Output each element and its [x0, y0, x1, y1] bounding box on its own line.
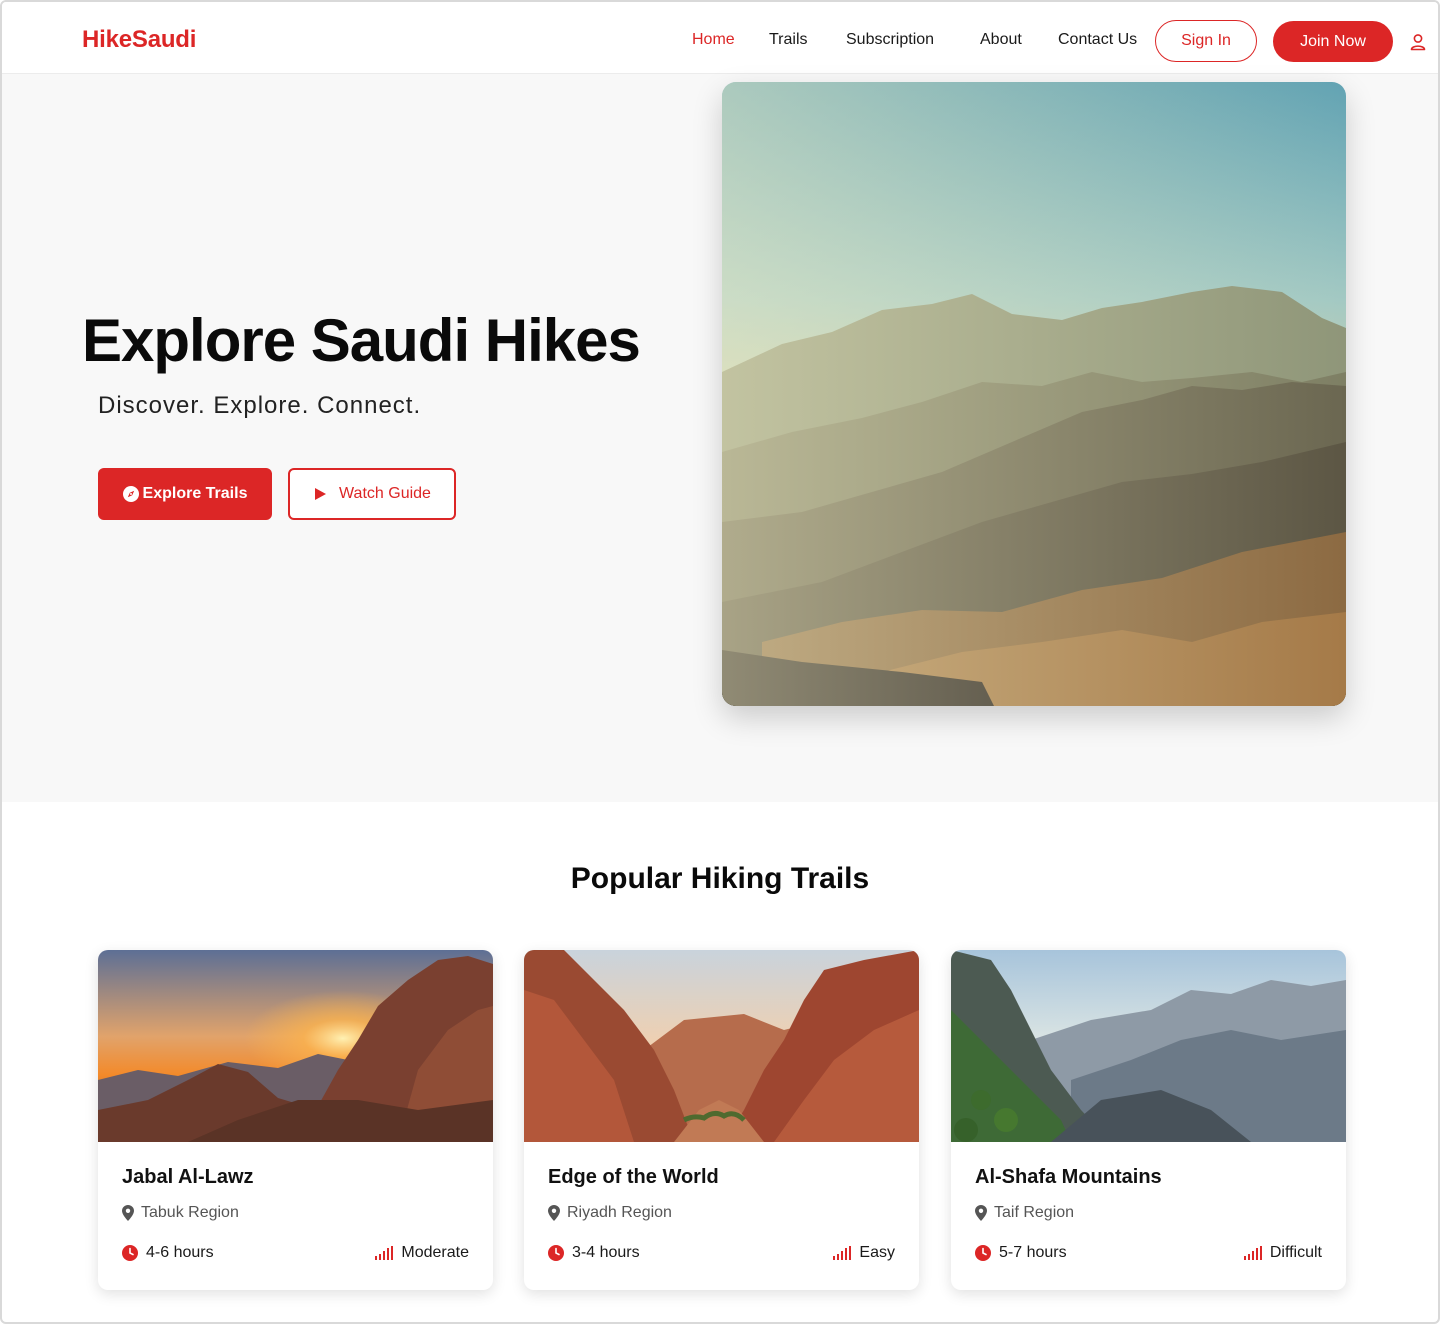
trail-region-label: Tabuk Region	[141, 1204, 239, 1221]
trail-region: Taif Region	[975, 1204, 1074, 1222]
watch-guide-label: Watch Guide	[339, 485, 431, 502]
join-now-button[interactable]: Join Now	[1273, 21, 1393, 62]
explore-trails-label: Explore Trails	[142, 485, 248, 502]
trail-image-al-shafa-mountains	[951, 950, 1346, 1142]
nav-link-about[interactable]: About	[980, 31, 1022, 49]
clock-icon	[548, 1245, 564, 1261]
trail-region-label: Taif Region	[994, 1204, 1075, 1221]
hero-mountain-image	[722, 82, 1346, 706]
nav-link-subscription[interactable]: Subscription	[846, 31, 934, 49]
hero-section: Explore Saudi Hikes Discover. Explore. C…	[2, 74, 1438, 802]
nav-link-trails[interactable]: Trails	[769, 31, 808, 49]
trail-name: Edge of the World	[548, 1166, 719, 1188]
trail-image-edge-of-the-world	[524, 950, 919, 1142]
top-navbar: HikeSaudi Home Trails Subscription About…	[2, 2, 1438, 74]
trail-duration: 3-4 hours	[548, 1244, 640, 1262]
trail-duration: 5-7 hours	[975, 1244, 1067, 1262]
trail-name: Jabal Al-Lawz	[122, 1166, 254, 1188]
compass-icon	[122, 486, 139, 502]
user-icon[interactable]	[1408, 32, 1428, 52]
trail-card[interactable]: Al-Shafa Mountains Taif Region 5-7 hours	[951, 950, 1346, 1290]
trail-difficulty: Easy	[833, 1244, 895, 1262]
signal-bars-icon	[833, 1246, 852, 1260]
trail-duration: 4-6 hours	[122, 1244, 214, 1262]
trail-difficulty-label: Difficult	[1269, 1244, 1322, 1261]
trail-difficulty: Difficult	[1243, 1244, 1322, 1262]
trail-region: Tabuk Region	[122, 1204, 239, 1222]
trail-duration-label: 3-4 hours	[572, 1244, 640, 1261]
location-pin-icon	[975, 1205, 987, 1221]
trail-card[interactable]: Edge of the World Riyadh Region 3-4 hour…	[524, 950, 919, 1290]
hero-subtitle: Discover. Explore. Connect.	[98, 392, 422, 419]
trail-region-label: Riyadh Region	[567, 1204, 672, 1221]
page-frame: HikeSaudi Home Trails Subscription About…	[0, 0, 1440, 1324]
location-pin-icon	[122, 1205, 134, 1221]
play-icon	[315, 488, 327, 500]
sign-in-button[interactable]: Sign In	[1155, 20, 1257, 62]
nav-link-home[interactable]: Home	[692, 31, 735, 49]
trail-region: Riyadh Region	[548, 1204, 672, 1222]
signal-bars-icon	[375, 1246, 394, 1260]
trail-difficulty-label: Easy	[859, 1244, 895, 1261]
trail-difficulty: Moderate	[375, 1244, 469, 1262]
signal-bars-icon	[1243, 1246, 1262, 1260]
trail-name: Al-Shafa Mountains	[975, 1166, 1162, 1188]
trail-image-jabal-al-lawz	[98, 950, 493, 1142]
brand-logo[interactable]: HikeSaudi	[82, 26, 196, 54]
clock-icon	[975, 1245, 991, 1261]
location-pin-icon	[548, 1205, 560, 1221]
trail-card[interactable]: Jabal Al-Lawz Tabuk Region 4-6 hours Mod…	[98, 950, 493, 1290]
clock-icon	[122, 1245, 138, 1261]
hero-title: Explore Saudi Hikes	[82, 307, 641, 374]
trails-section-title: Popular Hiking Trails	[570, 862, 870, 895]
nav-link-contact[interactable]: Contact Us	[1058, 31, 1137, 49]
trail-duration-label: 4-6 hours	[146, 1244, 214, 1261]
watch-guide-button[interactable]: Watch Guide	[288, 468, 456, 520]
trail-difficulty-label: Moderate	[401, 1244, 469, 1261]
trail-duration-label: 5-7 hours	[999, 1244, 1067, 1261]
explore-trails-button[interactable]: Explore Trails	[98, 468, 272, 520]
